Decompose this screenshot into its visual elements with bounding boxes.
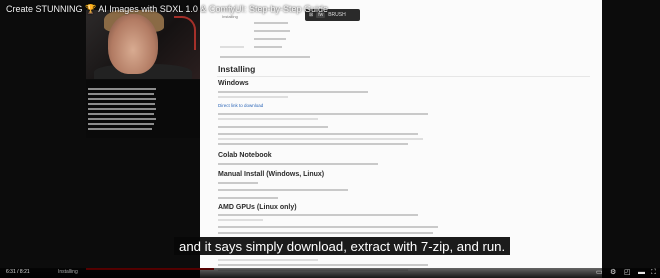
doc-heading-amd: AMD GPUs (Linux only) (218, 204, 297, 211)
settings-icon[interactable]: ⚙ (610, 269, 616, 276)
doc-download-link[interactable]: Direct link to download (218, 103, 263, 108)
player-controls: 6:31 / 8:21 Installing ▭ ⚙ ◰ ▬ ⛶ (0, 268, 660, 278)
doc-heading-windows: Windows (218, 80, 249, 87)
doc-heading-installing: Installing (218, 64, 256, 74)
fullscreen-icon[interactable]: ⛶ (651, 269, 656, 276)
video-title: Create STUNNING 🏆 AI Images with SDXL 1.… (6, 4, 328, 14)
time-display: 6:31 / 8:21 (6, 269, 30, 275)
miniplayer-icon[interactable]: ◰ (624, 269, 631, 276)
chapter-label[interactable]: Installing (58, 269, 78, 275)
doc-heading-manual-install: Manual Install (Windows, Linux) (218, 171, 325, 178)
toolbar-right-label[interactable]: BRUSH (328, 12, 346, 18)
log-panel (86, 80, 200, 138)
video-player[interactable]: Create STUNNING 🏆 AI Images with SDXL 1.… (0, 0, 660, 278)
subtitle-caption: and it says simply download, extract wit… (174, 237, 511, 255)
presenter-face (108, 14, 158, 74)
cc-icon[interactable]: ▭ (596, 269, 603, 276)
presenter-webcam (86, 10, 200, 79)
doc-heading-colab: Colab Notebook (218, 152, 272, 159)
theater-icon[interactable]: ▬ (638, 269, 645, 276)
neon-sign (174, 16, 196, 50)
